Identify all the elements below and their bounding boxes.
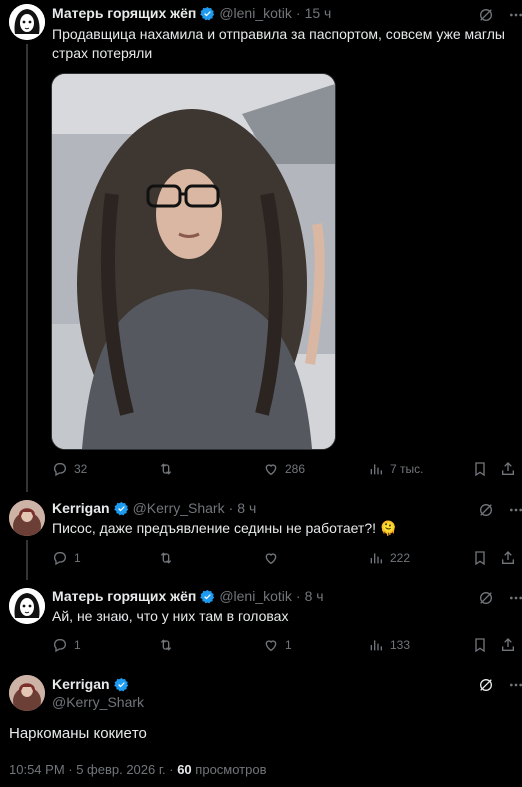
retweet-icon <box>160 463 172 475</box>
reply-icon <box>53 639 66 653</box>
share-icon <box>502 638 514 651</box>
verified-badge-icon <box>113 501 128 515</box>
main-tweet-text: Наркоманы кокиeто <box>9 725 147 742</box>
tweet-text: Писос, даже предъявление седины не работ… <box>52 519 512 538</box>
heart-icon <box>265 640 277 652</box>
tweet-actions: 1 222 <box>52 548 514 568</box>
retweet-button[interactable] <box>158 459 180 479</box>
bookmark-icon <box>475 462 485 477</box>
retweet-icon <box>160 639 172 651</box>
reply-count: 1 <box>74 638 81 652</box>
like-button[interactable]: 286 <box>263 459 305 479</box>
views-count: 222 <box>390 551 411 565</box>
reply-button[interactable]: 1 <box>52 635 81 655</box>
author-name[interactable]: Матерь горящих жёп <box>52 588 196 604</box>
views-icon <box>370 640 382 651</box>
tweet-text-body: Писос, даже предъявление седины не работ… <box>52 520 377 536</box>
tweet-header: Kerrigan @Kerry_Shark · 8 ч <box>52 500 256 516</box>
views-count: 7 тыс. <box>390 462 424 476</box>
more-options-icon[interactable] <box>508 7 522 23</box>
bookmark-icon <box>475 551 485 566</box>
tweet-top-icons <box>478 502 522 518</box>
verified-badge-icon <box>113 677 128 691</box>
thread-line <box>26 44 28 492</box>
bookmark-button[interactable] <box>472 459 488 479</box>
tweet-photo[interactable] <box>51 73 336 450</box>
tweet-actions: 32 286 7 тыс. <box>52 459 514 479</box>
reply-icon <box>53 552 66 566</box>
views-count: 133 <box>390 638 411 652</box>
reply-icon <box>53 463 66 477</box>
like-count: 1 <box>285 638 292 652</box>
more-options-icon[interactable] <box>508 677 522 693</box>
bookmark-button[interactable] <box>472 548 488 568</box>
tweet-actions: 1 1 133 <box>52 635 514 655</box>
author-handle[interactable]: @Kerry_Shark <box>133 500 225 516</box>
author-handle[interactable]: @leni_kotik <box>219 5 292 21</box>
author-handle[interactable]: @Kerry_Shark <box>52 694 144 710</box>
reply-button[interactable]: 32 <box>52 459 87 479</box>
views-button[interactable]: 133 <box>368 635 410 655</box>
melting-face-emoji: 🫠 <box>379 520 398 536</box>
author-name[interactable]: Матерь горящих жёп <box>52 5 196 21</box>
views-icon <box>370 464 382 475</box>
avatar[interactable] <box>9 500 45 536</box>
author-name[interactable]: Kerrigan <box>52 676 110 692</box>
more-options-icon[interactable] <box>508 590 522 606</box>
share-icon <box>502 462 514 475</box>
like-button[interactable] <box>263 548 279 568</box>
more-options-icon[interactable] <box>508 502 522 518</box>
views-button[interactable]: 222 <box>368 548 410 568</box>
grok-icon[interactable] <box>478 590 494 606</box>
tweet-datetime[interactable]: 10:54 PM · 5 февр. 2026 г. · <box>9 762 174 777</box>
bookmark-icon <box>475 638 485 653</box>
timestamp[interactable]: 8 ч <box>305 588 324 604</box>
share-button[interactable] <box>500 548 516 568</box>
retweet-icon <box>160 552 172 564</box>
separator-dot: · <box>295 5 301 21</box>
verified-badge-icon <box>200 6 215 20</box>
main-tweet-header: Kerrigan <box>52 676 129 692</box>
grok-icon[interactable] <box>478 502 494 518</box>
heart-icon <box>265 464 277 476</box>
timestamp[interactable]: 15 ч <box>305 5 332 21</box>
author-name[interactable]: Kerrigan <box>52 500 110 516</box>
tweet-meta: 10:54 PM · 5 февр. 2026 г. · 60 просмотр… <box>9 762 267 777</box>
timestamp[interactable]: 8 ч <box>237 500 256 516</box>
author-handle[interactable]: @leni_kotik <box>219 588 292 604</box>
tweet-top-icons <box>478 590 522 606</box>
grok-icon[interactable] <box>478 7 494 23</box>
separator-dot: · <box>295 588 301 604</box>
retweet-button[interactable] <box>158 548 174 568</box>
views-label: просмотров <box>195 762 267 777</box>
tweet-header: Матерь горящих жёп @leni_kotik · 15 ч <box>52 5 331 21</box>
tweet-text: Ай, не знаю, что у них там в головах <box>52 608 289 624</box>
share-icon <box>502 551 514 564</box>
avatar[interactable] <box>9 675 45 711</box>
share-button[interactable] <box>500 459 516 479</box>
retweet-button[interactable] <box>158 635 174 655</box>
views-count: 60 <box>177 762 192 777</box>
views-button[interactable]: 7 тыс. <box>368 459 423 479</box>
share-button[interactable] <box>500 635 516 655</box>
verified-badge-icon <box>200 589 215 603</box>
thread-line <box>26 540 28 580</box>
views-icon <box>370 553 382 564</box>
reply-count: 1 <box>74 551 81 565</box>
tweet-header: Матерь горящих жёп @leni_kotik · 8 ч <box>52 588 324 604</box>
reply-count: 32 <box>74 462 88 476</box>
grok-icon[interactable] <box>478 677 494 693</box>
avatar[interactable] <box>9 588 45 624</box>
like-button[interactable]: 1 <box>263 635 292 655</box>
reply-button[interactable]: 1 <box>52 548 81 568</box>
separator-dot: · <box>228 500 234 516</box>
tweet-top-icons <box>478 677 522 693</box>
heart-icon <box>265 553 277 565</box>
bookmark-button[interactable] <box>472 635 488 655</box>
avatar[interactable] <box>9 4 45 40</box>
like-count: 286 <box>285 462 306 476</box>
tweet-text: Продавщица нахамила и отправила за паспо… <box>52 26 505 61</box>
tweet-top-icons <box>478 7 522 23</box>
